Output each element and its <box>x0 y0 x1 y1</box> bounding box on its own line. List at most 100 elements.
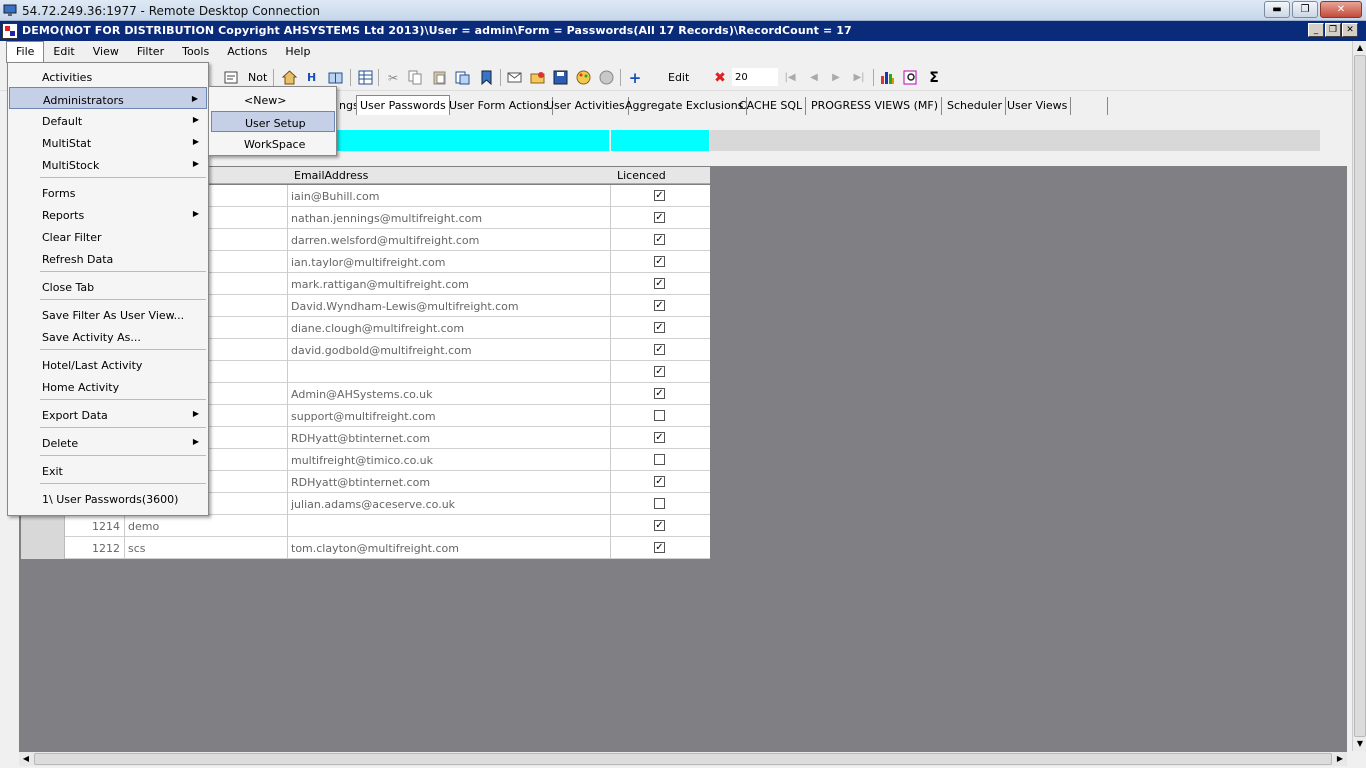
record-circle-icon[interactable] <box>598 70 614 85</box>
licenced-checkbox[interactable]: ✓ <box>654 256 665 267</box>
email-cell[interactable]: RDHyatt@btinternet.com <box>288 471 611 493</box>
copy-icon[interactable] <box>407 70 423 85</box>
licenced-checkbox[interactable]: ✓ <box>654 300 665 311</box>
menu-edit[interactable]: Edit <box>44 41 83 63</box>
email-cell[interactable] <box>288 361 611 383</box>
scroll-down-icon[interactable]: ▼ <box>1353 737 1366 751</box>
email-cell[interactable] <box>288 515 611 537</box>
email-cell[interactable]: tom.clayton@multifreight.com <box>288 537 611 559</box>
home-icon[interactable] <box>281 70 297 85</box>
licenced-checkbox[interactable]: ✓ <box>654 520 665 531</box>
not-filter-button[interactable]: Not <box>248 71 267 84</box>
licenced-checkbox[interactable] <box>654 498 665 509</box>
tab-user-activities[interactable]: User Activities <box>543 97 629 115</box>
book-icon[interactable] <box>327 70 343 85</box>
licenced-checkbox[interactable]: ✓ <box>654 344 665 355</box>
menu-help[interactable]: Help <box>276 41 319 63</box>
hotel-button[interactable]: H <box>307 71 316 84</box>
admin-submenu-item-user-setup[interactable]: User Setup <box>211 111 335 132</box>
file-menu-item-home-activity[interactable]: Home Activity <box>9 375 207 397</box>
menu-tools[interactable]: Tools <box>173 41 218 63</box>
paste-special-icon[interactable] <box>454 70 470 85</box>
file-menu-item-administrators[interactable]: Administrators ▶ <box>9 87 207 109</box>
file-menu-item-save-activity-as[interactable]: Save Activity As... <box>9 325 207 347</box>
licenced-checkbox[interactable]: ✓ <box>654 388 665 399</box>
print-preview-icon[interactable] <box>902 70 918 85</box>
licenced-checkbox[interactable]: ✓ <box>654 476 665 487</box>
user-name-cell[interactable]: scs <box>125 537 288 559</box>
table-row[interactable]: 1212 scs tom.clayton@multifreight.com ✓ <box>21 537 710 559</box>
bookmark-icon[interactable] <box>478 70 494 85</box>
file-menu-item-multistock[interactable]: MultiStock ▶ <box>9 153 207 175</box>
vertical-scrollbar[interactable]: ▲ ▼ <box>1352 41 1366 751</box>
filter-form-icon[interactable] <box>223 70 239 85</box>
licenced-checkbox[interactable]: ✓ <box>654 212 665 223</box>
save-icon[interactable] <box>552 70 568 85</box>
horizontal-scrollbar[interactable]: ◀ ▶ <box>19 752 1347 766</box>
admin-submenu-item-new[interactable]: <New> <box>211 89 335 110</box>
file-menu-item-activities[interactable]: Activities <box>9 65 207 87</box>
app-restore-button[interactable]: ❐ <box>1325 23 1341 37</box>
file-menu-item-multistat[interactable]: MultiStat ▶ <box>9 131 207 153</box>
file-menu-item-close-tab[interactable]: Close Tab <box>9 275 207 297</box>
palette-icon[interactable] <box>575 70 591 85</box>
menu-view[interactable]: View <box>84 41 128 63</box>
licenced-checkbox[interactable]: ✓ <box>654 234 665 245</box>
user-name-cell[interactable]: demo <box>125 515 288 537</box>
email-cell[interactable]: David.Wyndham-Lewis@multifreight.com <box>288 295 611 317</box>
file-menu-item-default[interactable]: Default ▶ <box>9 109 207 131</box>
tab-cache-sql[interactable]: CACHE SQL <box>736 97 807 115</box>
menu-filter[interactable]: Filter <box>128 41 173 63</box>
previous-record-icon[interactable]: ◀ <box>806 70 822 85</box>
open-folder-icon[interactable] <box>529 70 545 85</box>
email-icon[interactable] <box>506 70 522 85</box>
email-cell[interactable]: darren.welsford@multifreight.com <box>288 229 611 251</box>
rdc-minimize-button[interactable]: ▬ <box>1264 1 1290 18</box>
row-selector[interactable] <box>21 515 65 537</box>
page-size-input[interactable] <box>732 68 778 86</box>
user-id-cell[interactable]: 1214 <box>65 515 125 537</box>
file-menu-item-exit[interactable]: Exit <box>9 459 207 481</box>
email-cell[interactable]: Admin@AHSystems.co.uk <box>288 383 611 405</box>
tab-user-passwords[interactable]: User Passwords <box>356 95 450 115</box>
tab-progress-views[interactable]: PROGRESS VIEWS (MF) <box>808 97 942 115</box>
menu-file[interactable]: File <box>6 41 45 63</box>
tab-blank[interactable] <box>1066 97 1108 115</box>
licenced-checkbox[interactable] <box>654 454 665 465</box>
file-menu-item-clear-filter[interactable]: Clear Filter <box>9 225 207 247</box>
app-close-button[interactable]: ✕ <box>1342 23 1358 37</box>
tab-scheduler[interactable]: Scheduler <box>944 97 1007 115</box>
next-record-icon[interactable]: ▶ <box>828 70 844 85</box>
file-menu-item-1-user-passwords-3600[interactable]: 1\ User Passwords(3600) <box>9 487 207 509</box>
scroll-left-icon[interactable]: ◀ <box>19 752 33 766</box>
licenced-checkbox[interactable]: ✓ <box>654 542 665 553</box>
add-record-icon[interactable]: + <box>627 69 643 87</box>
file-menu-item-export-data[interactable]: Export Data ▶ <box>9 403 207 425</box>
user-id-cell[interactable]: 1212 <box>65 537 125 559</box>
delete-icon[interactable]: ✖ <box>712 70 728 86</box>
licenced-checkbox[interactable]: ✓ <box>654 190 665 201</box>
bar-chart-icon[interactable] <box>879 70 895 85</box>
tab-user-views[interactable]: User Views <box>1004 97 1072 115</box>
table-row[interactable]: 1214 demo ✓ <box>21 515 710 537</box>
file-menu-item-hotel-last-activity[interactable]: Hotel/Last Activity <box>9 353 207 375</box>
tab-aggregate-exclusions[interactable]: Aggregate Exclusions <box>622 97 748 115</box>
scroll-right-icon[interactable]: ▶ <box>1333 752 1347 766</box>
email-cell[interactable]: support@multifreight.com <box>288 405 611 427</box>
grid-view-icon[interactable] <box>357 70 373 85</box>
email-cell[interactable]: mark.rattigan@multifreight.com <box>288 273 611 295</box>
licenced-checkbox[interactable]: ✓ <box>654 366 665 377</box>
scroll-up-icon[interactable]: ▲ <box>1353 41 1366 55</box>
licenced-checkbox[interactable]: ✓ <box>654 278 665 289</box>
file-menu-item-reports[interactable]: Reports ▶ <box>9 203 207 225</box>
admin-submenu-item-workspace[interactable]: WorkSpace <box>211 133 335 154</box>
vertical-scroll-thumb[interactable] <box>1354 55 1366 737</box>
last-record-icon[interactable]: ▶| <box>851 70 867 85</box>
edit-button[interactable]: Edit <box>668 71 689 84</box>
email-cell[interactable]: RDHyatt@btinternet.com <box>288 427 611 449</box>
file-menu-item-delete[interactable]: Delete ▶ <box>9 431 207 453</box>
rdc-restore-button[interactable]: ❐ <box>1292 1 1318 18</box>
licenced-checkbox[interactable]: ✓ <box>654 322 665 333</box>
first-record-icon[interactable]: |◀ <box>782 70 798 85</box>
email-cell[interactable]: david.godbold@multifreight.com <box>288 339 611 361</box>
